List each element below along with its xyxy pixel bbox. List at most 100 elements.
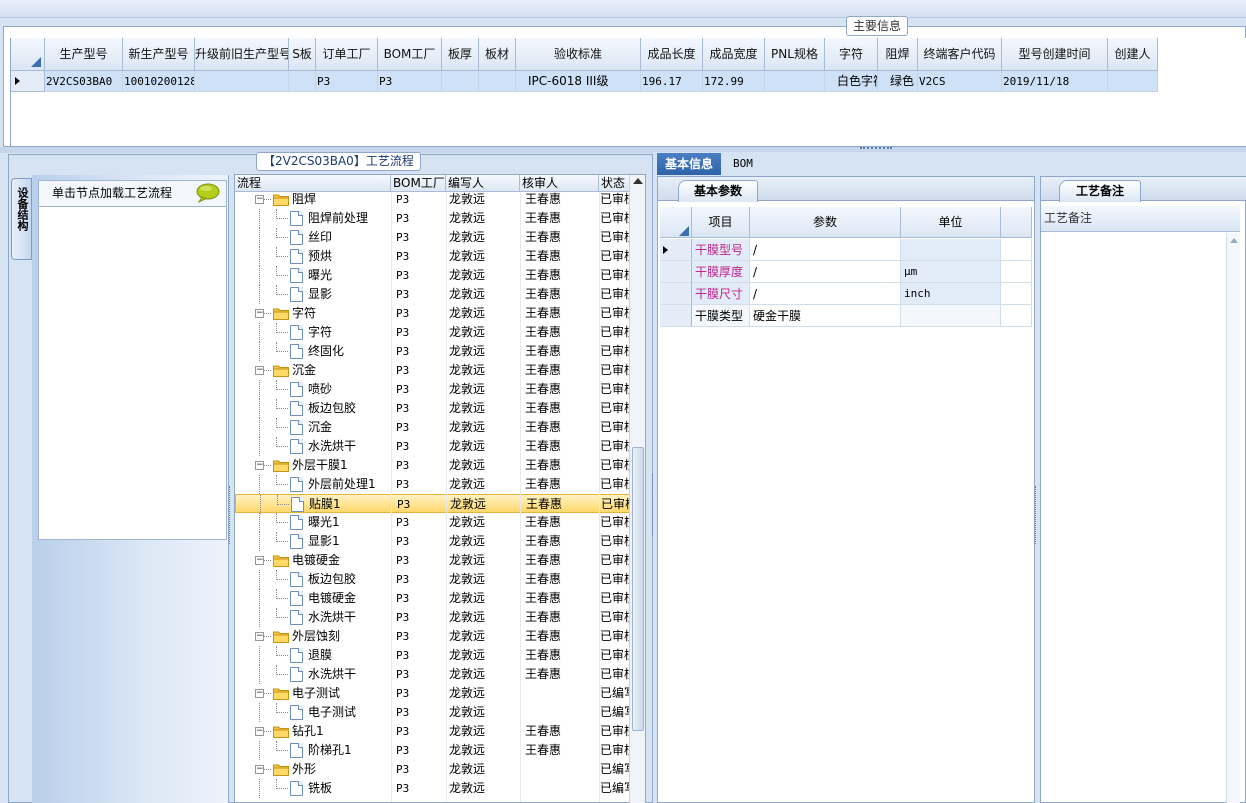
tree-item-row[interactable]: 阻焊前处理 P3 龙敦远 王春惠 已审核 [235, 209, 631, 228]
column-header[interactable]: BOM工厂 [378, 38, 442, 71]
collapse-icon[interactable]: − [255, 556, 264, 565]
column-header[interactable]: 生产型号 [45, 38, 123, 71]
row-indicator[interactable] [660, 261, 692, 283]
param-value-cell[interactable]: 硬金干膜 [750, 305, 901, 327]
param-row[interactable]: 干膜厚度 / μm [660, 261, 1032, 283]
tree-item-row[interactable]: 退膜 P3 龙敦远 王春惠 已审核 [235, 646, 631, 665]
table-cell[interactable] [765, 71, 825, 92]
tree-item-row[interactable]: 沉金 P3 龙敦远 王春惠 已审核 [235, 418, 631, 437]
column-header[interactable]: 订单工厂 [316, 38, 378, 71]
param-value-cell[interactable]: / [750, 239, 901, 261]
collapse-icon[interactable]: − [255, 765, 264, 774]
table-cell[interactable]: 白色字符 [825, 71, 878, 92]
column-header[interactable]: 板材 [479, 38, 516, 71]
tab-basic-params[interactable]: 基本参数 [678, 180, 758, 202]
param-value-cell[interactable]: / [750, 283, 901, 305]
tree-item-row[interactable]: 曝光1 P3 龙敦远 王春惠 已审核 [235, 513, 631, 532]
table-cell[interactable]: 10010200128076 [123, 71, 195, 92]
tree-item-row[interactable]: 电镀硬金 P3 龙敦远 王春惠 已审核 [235, 589, 631, 608]
tree-item-row[interactable]: 丝印 P3 龙敦远 王春惠 已审核 [235, 228, 631, 247]
table-cell[interactable]: V2CS [918, 71, 1002, 92]
column-header[interactable]: 阻焊 [878, 38, 918, 71]
table-cell[interactable]: 172.99 [703, 71, 765, 92]
table-cell[interactable] [289, 71, 316, 92]
tab-bom[interactable]: BOM [733, 157, 753, 170]
tree-folder-row[interactable]: − 电镀硬金 P3 龙敦远 王春惠 已审核 [235, 551, 631, 570]
table-cell[interactable] [479, 71, 516, 92]
tab-process-notes[interactable]: 工艺备注 [1059, 180, 1141, 202]
row-indicator[interactable] [11, 71, 45, 92]
param-column-header[interactable]: 参数 [750, 207, 901, 238]
tab-device-structure[interactable]: 设备结构 [11, 178, 32, 260]
tree-folder-row[interactable]: − 电子测试 P3 龙敦远 已编写 [235, 684, 631, 703]
row-indicator[interactable] [660, 305, 692, 327]
tree-item-row[interactable]: 字符 P3 龙敦远 王春惠 已审核 [235, 323, 631, 342]
tree-folder-row[interactable]: − 外形 P3 龙敦远 已编写 [235, 760, 631, 779]
param-row[interactable]: 干膜类型 硬金干膜 [660, 305, 1032, 327]
table-cell[interactable]: P3 [378, 71, 442, 92]
column-header[interactable]: 新生产型号 [123, 38, 195, 71]
left-splitter-grip[interactable] [229, 486, 232, 544]
scroll-up-arrow-icon[interactable] [633, 178, 643, 184]
collapse-icon[interactable]: − [255, 366, 264, 375]
column-header[interactable]: 验收标准 [516, 38, 641, 71]
collapse-icon[interactable]: − [255, 309, 264, 318]
column-header[interactable]: 创建人 [1108, 38, 1158, 71]
tree-folder-row[interactable]: − 钻孔1 P3 龙敦远 王春惠 已审核 [235, 722, 631, 741]
collapse-icon[interactable]: − [255, 689, 264, 698]
tree-item-row[interactable]: 铣板 P3 龙敦远 已编写 [235, 779, 631, 798]
collapse-icon[interactable]: − [255, 727, 264, 736]
tree-folder-row[interactable]: − 外层蚀刻 P3 龙敦远 王春惠 已审核 [235, 627, 631, 646]
column-header[interactable]: 板厚 [442, 38, 479, 71]
tree-item-row[interactable]: 水洗烘干 P3 龙敦远 王春惠 已审核 [235, 437, 631, 456]
param-row[interactable]: 干膜尺寸 / inch [660, 283, 1032, 305]
center-splitter-grip[interactable] [652, 474, 655, 536]
notes-scrollbar[interactable] [1226, 233, 1240, 803]
param-row[interactable]: 干膜型号 / [660, 239, 1032, 261]
tree-item-row[interactable]: 终固化 P3 龙敦远 王春惠 已审核 [235, 342, 631, 361]
param-column-header[interactable]: 项目 [692, 207, 750, 238]
tree-item-row[interactable]: 板边包胶 P3 龙敦远 王春惠 已审核 [235, 570, 631, 589]
collapse-icon[interactable]: − [255, 632, 264, 641]
tab-basic-info[interactable]: 基本信息 [657, 153, 721, 175]
scroll-up-arrow-icon[interactable] [1230, 238, 1238, 243]
param-value-cell[interactable]: / [750, 261, 901, 283]
tree-item-row[interactable]: 板边包胶 P3 龙敦远 王春惠 已审核 [235, 399, 631, 418]
column-header[interactable]: 终端客户代码 [918, 38, 1002, 71]
tree-item-row[interactable]: 贴膜1 P3 龙敦远 王春惠 已审核 [235, 494, 632, 514]
table-cell[interactable] [195, 71, 289, 92]
speech-bubble-icon[interactable] [196, 183, 220, 203]
tree-item-row[interactable]: 外层前处理1 P3 龙敦远 王春惠 已审核 [235, 475, 631, 494]
column-header[interactable]: S板 [289, 38, 316, 71]
column-header[interactable]: 型号创建时间 [1002, 38, 1108, 71]
row-indicator[interactable] [660, 283, 692, 305]
right-splitter-grip[interactable] [1035, 486, 1038, 544]
tree-folder-row[interactable]: − 外层干膜1 P3 龙敦远 王春惠 已审核 [235, 456, 631, 475]
collapse-icon[interactable]: − [255, 461, 264, 470]
table-cell[interactable] [1108, 71, 1158, 92]
param-column-header[interactable]: 单位 [901, 207, 1001, 238]
table-cell[interactable]: 2V2CS03BA0 [45, 71, 123, 92]
tree-item-row[interactable]: 阶梯孔1 P3 龙敦远 王春惠 已审核 [235, 741, 631, 760]
table-cell[interactable]: 绿色 [878, 71, 918, 92]
collapse-icon[interactable]: − [255, 195, 264, 204]
table-cell[interactable]: IPC-6018 III级 [516, 71, 641, 92]
nav-tree-area[interactable] [38, 207, 227, 540]
column-header[interactable]: 成品长度 [641, 38, 703, 71]
tree-scrollbar[interactable] [629, 175, 645, 803]
table-cell[interactable]: P3 [316, 71, 378, 92]
tree-item-row[interactable]: 喷砂 P3 龙敦远 王春惠 已审核 [235, 380, 631, 399]
tree-folder-row[interactable]: − 沉金 P3 龙敦远 王春惠 已审核 [235, 361, 631, 380]
table-cell[interactable] [442, 71, 479, 92]
tree-item-row[interactable]: 显影1 P3 龙敦远 王春惠 已审核 [235, 532, 631, 551]
tree-item-row[interactable]: 预烘 P3 龙敦远 王春惠 已审核 [235, 247, 631, 266]
column-header[interactable]: 成品宽度 [703, 38, 765, 71]
tree-item-row[interactable]: 显影 P3 龙敦远 王春惠 已审核 [235, 285, 631, 304]
tree-scrollbar-thumb[interactable] [632, 447, 644, 731]
column-header[interactable]: 升级前旧生产型号 [195, 38, 289, 71]
column-header[interactable]: 字符 [825, 38, 878, 71]
tree-item-row[interactable]: 水洗烘干 P3 龙敦远 王春惠 已审核 [235, 608, 631, 627]
tree-item-row[interactable]: 曝光 P3 龙敦远 王春惠 已审核 [235, 266, 631, 285]
tree-folder-row[interactable]: − 阻焊 P3 龙敦远 王春惠 已审核 [235, 190, 631, 209]
table-cell[interactable]: 2019/11/18 [1002, 71, 1108, 92]
